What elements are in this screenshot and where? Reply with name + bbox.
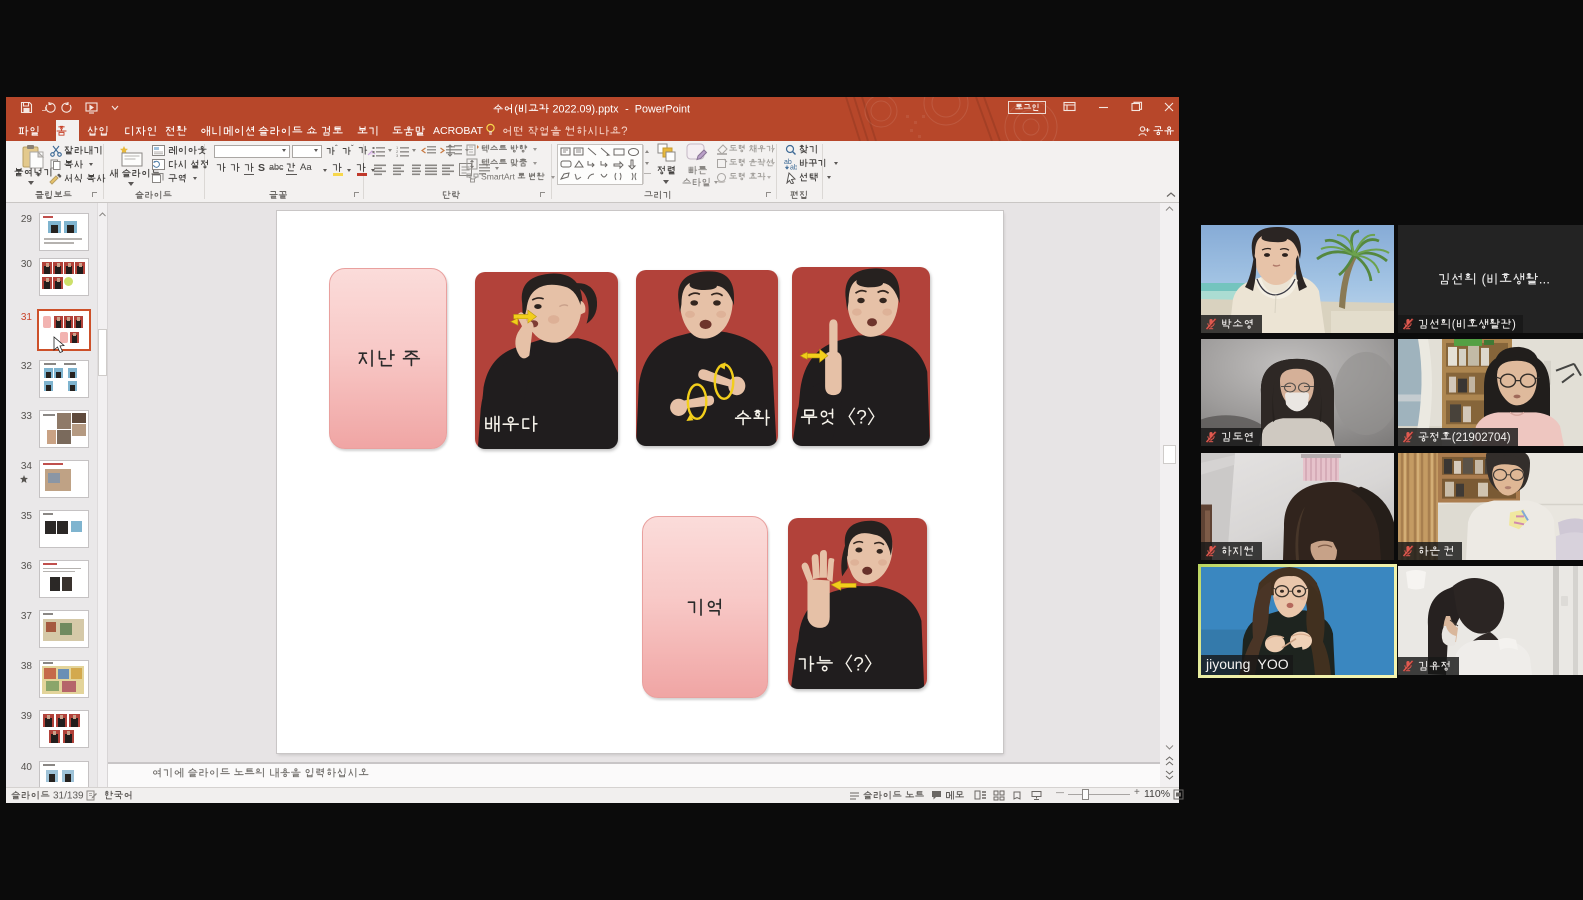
svg-text:〈?〉: 〈?〉	[837, 406, 886, 428]
svg-text:-: -	[625, 103, 629, 115]
svg-text:?: ?	[621, 126, 627, 138]
svg-text:(: (	[1482, 272, 1487, 287]
svg-text:(: (	[514, 103, 518, 115]
svg-text:...: ...	[1539, 272, 1550, 287]
svg-text:31/139: 31/139	[53, 791, 84, 802]
svg-text:(: (	[1452, 318, 1456, 330]
svg-text:PowerPoint: PowerPoint	[635, 103, 690, 115]
svg-text:〈?〉: 〈?〉	[834, 653, 883, 675]
svg-text:SmartArt: SmartArt	[481, 171, 516, 181]
svg-text:(21902704): (21902704)	[1452, 431, 1511, 443]
svg-text:jiyoung: jiyoung	[1205, 656, 1250, 672]
svg-text:2022.09).pptx: 2022.09).pptx	[553, 103, 620, 115]
svg-text:ab: ab	[790, 165, 797, 171]
svg-text:): )	[1512, 318, 1516, 330]
svg-text:3: 3	[396, 153, 399, 158]
svg-text:YOO: YOO	[1258, 656, 1289, 672]
